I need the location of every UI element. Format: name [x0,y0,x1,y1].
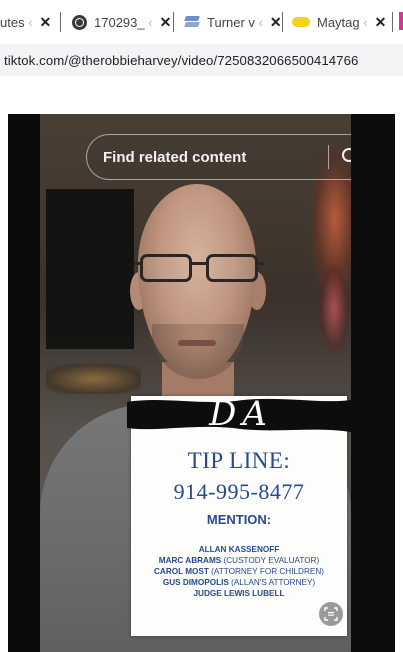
tab-title: utes [0,14,25,30]
tab-title: Maytag [317,14,360,30]
signature: DA [209,394,273,434]
mention-label: MENTION: [206,512,272,527]
tab-separator [392,12,393,32]
tab-3[interactable]: Turner v ‹ ✕ [184,10,282,34]
search-icon[interactable] [329,135,351,179]
tab-4[interactable]: Maytag ‹ ✕ [292,10,386,34]
tab-edge-marker [399,12,403,30]
close-icon[interactable]: ✕ [270,14,282,31]
find-related-search[interactable]: Find related content [86,134,351,180]
background-lamp [319,264,349,354]
tip-line-card: DA TIP LINE: 914-995-8477 MENTION: ALLAN… [127,394,351,636]
tab-title-fade: ‹ [144,14,153,30]
list-item: MARC ABRAMS (CUSTODY EVALUATOR) [158,556,320,565]
list-item: GUS DIMOPOLIS (ALLAN'S ATTORNEY) [162,578,316,587]
search-placeholder[interactable]: Find related content [103,149,328,166]
close-icon[interactable]: ✕ [40,14,52,31]
globe-icon [72,14,87,30]
tab-strip: utes ‹ ✕ 170293_ ‹ ✕ Turner v ‹ ✕ Maytag… [0,0,403,44]
tab-title: 170293_ [94,14,145,30]
close-icon[interactable]: ✕ [375,14,387,31]
video-side-panel-right [351,114,395,652]
tab-title-fade: ‹ [359,14,368,30]
tab-1[interactable]: utes ‹ ✕ [0,10,51,34]
tip-line-phone: 914-995-8477 [173,479,305,504]
tab-title: Turner v [207,14,255,30]
address-bar[interactable]: tiktok.com/@therobbieharvey/video/725083… [0,44,403,76]
yellow-pill-icon [292,17,310,27]
video-frame: Find related content DA TIP LINE: 914-99… [40,114,351,652]
list-item: ALLAN KASSENOFF [198,545,280,554]
tab-2[interactable]: 170293_ ‹ ✕ [72,10,171,34]
tab-title-fade: ‹ [24,14,33,30]
glasses-icon [134,254,264,286]
tab-title-fade: ‹ [254,14,263,30]
close-icon[interactable]: ✕ [160,14,172,31]
video-side-panel-left [8,114,40,652]
tab-separator [173,12,174,32]
list-item: CAROL MOST (ATTORNEY FOR CHILDREN) [154,567,324,576]
visual-search-icon[interactable] [319,602,343,626]
layers-icon [184,16,200,28]
url-text[interactable]: tiktok.com/@therobbieharvey/video/725083… [4,53,359,68]
video-player[interactable]: Find related content DA TIP LINE: 914-99… [8,114,395,652]
tab-separator [60,12,61,32]
tip-line-heading: TIP LINE: [187,448,291,473]
mention-list: ALLAN KASSENOFF MARC ABRAMS (CUSTODY EVA… [131,544,347,599]
tab-separator [282,12,283,32]
list-item: JUDGE LEWIS LUBELL [193,589,285,598]
presenter-mouth [178,340,216,346]
